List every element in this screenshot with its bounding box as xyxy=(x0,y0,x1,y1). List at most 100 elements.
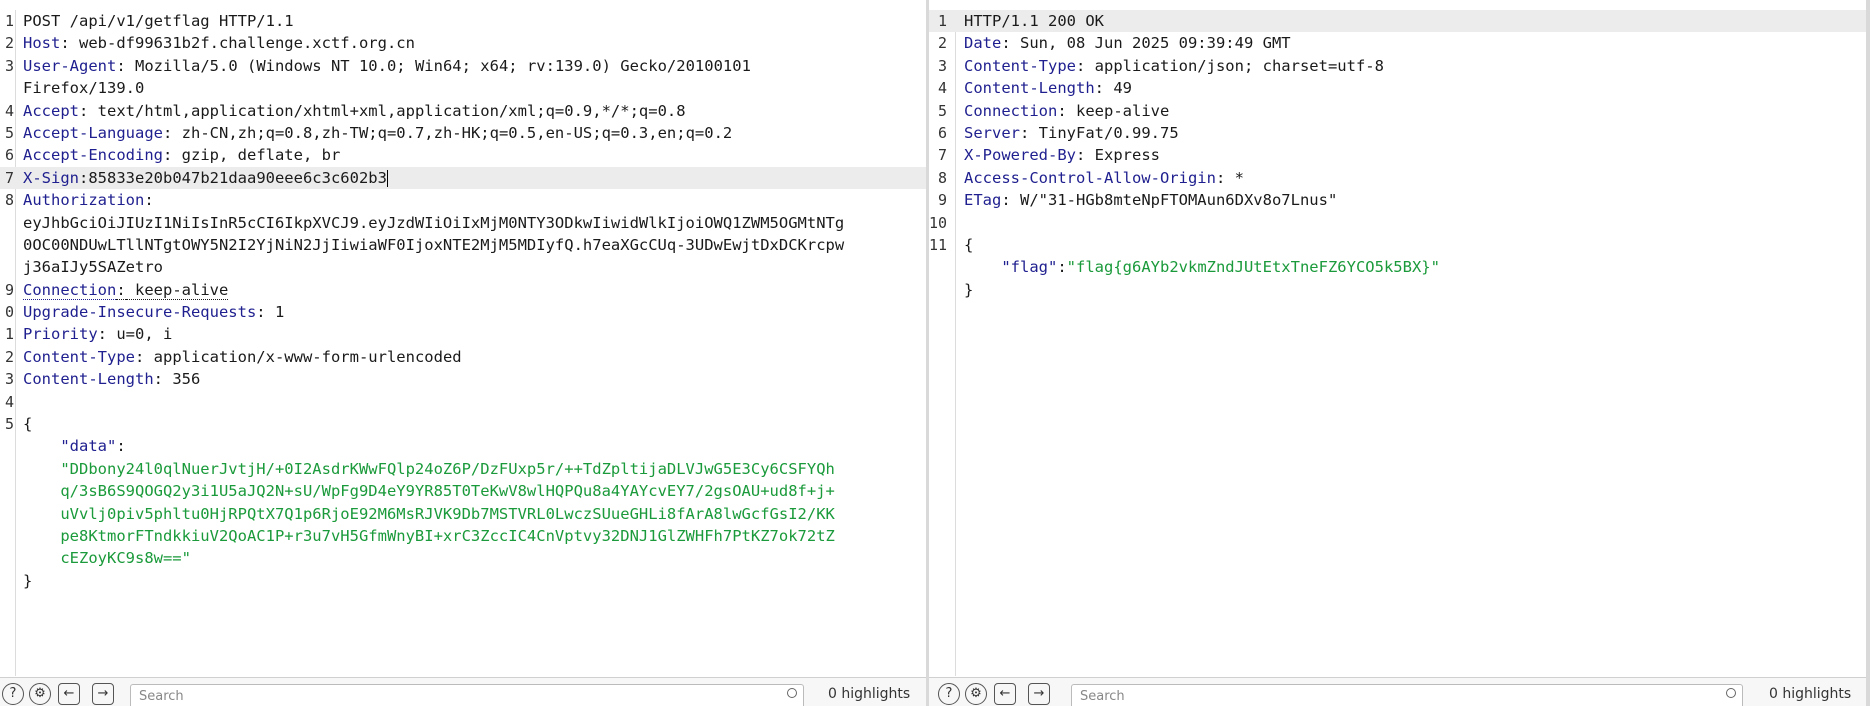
header-value: 356 xyxy=(163,370,201,389)
header-name: Authorization xyxy=(23,191,145,210)
header-value: application/x-www-form-urlencoded xyxy=(144,347,462,366)
line-number: 6 xyxy=(4,146,14,165)
code-text: 0OC00NDUwLTllNTgtOWY5N2I2YjNiN2JjIiwiaWF… xyxy=(23,235,845,254)
header-value: application/json; charset=utf-8 xyxy=(1085,56,1384,75)
line-number: 2 xyxy=(4,347,14,366)
header-colon: : xyxy=(1094,79,1104,98)
code-text: { xyxy=(23,415,33,434)
header-colon: : xyxy=(1001,34,1011,53)
line-content: Content-Type: application/json; charset=… xyxy=(964,55,1384,77)
header-value: gzip, deflate, br xyxy=(172,146,341,165)
line-content: Accept-Encoding: gzip, deflate, br xyxy=(23,144,340,166)
line-number: 8 xyxy=(4,191,14,210)
json-string: cEZoyKC9s8w==" xyxy=(60,549,191,568)
line-content: { xyxy=(23,413,32,435)
header-value: text/html,application/xhtml+xml,applicat… xyxy=(88,101,686,120)
line-number: 2 xyxy=(937,34,947,53)
editor-line: 7 X-Sign:85833e20b047b21daa90eee6c3c602b3 xyxy=(0,166,926,190)
code-text: eyJhbGciOiJIUzI1NiIsInR5cCI6IkpXVCJ9.eyJ… xyxy=(23,213,845,232)
editor-line: 8 Authorization: xyxy=(0,189,926,211)
line-content: cEZoyKC9s8w==" xyxy=(23,547,191,569)
header-colon: : xyxy=(116,280,126,300)
header-name: Accept xyxy=(23,101,79,120)
help-icon[interactable]: ? xyxy=(2,683,24,705)
line-number: 3 xyxy=(937,56,947,75)
line-number: 10 xyxy=(929,213,948,232)
header-name: Accept-Language xyxy=(23,123,163,142)
search-placeholder: Search xyxy=(139,689,184,704)
search-icon xyxy=(1726,688,1736,698)
header-colon: : xyxy=(1057,101,1067,120)
request-pane: 1 POST /api/v1/getflag HTTP/1.1 2 Host: web… xyxy=(0,0,926,706)
forward-arrow-icon[interactable]: → xyxy=(1028,683,1050,705)
line-number: 2 xyxy=(4,34,14,53)
response-statusbar: ? ⚙ ← → Search 0 highlights xyxy=(929,677,1870,706)
header-name: Priority xyxy=(23,325,98,344)
line-content: User-Agent: Mozilla/5.0 (Windows NT 10.0… xyxy=(23,55,751,77)
forward-arrow-icon[interactable]: → xyxy=(92,683,114,705)
line-content: HTTP/1.1 200 OK xyxy=(964,10,1104,32)
header-value: keep-alive xyxy=(1066,101,1170,120)
header-name: Content-Type xyxy=(23,347,135,366)
header-colon: : xyxy=(60,34,70,53)
header-colon: : xyxy=(79,101,89,120)
code-text: HTTP/1.1 200 OK xyxy=(964,12,1104,30)
response-editor[interactable]: 1 HTTP/1.1 200 OK 2 Date: Sun, 08 Jun 2025 … xyxy=(929,10,1870,676)
search-icon xyxy=(787,688,797,698)
editor-line: 1 HTTP/1.1 200 OK xyxy=(929,10,1870,33)
line-content: pe8KtmorFTndkkiuV2QoAC1P+r3u7vH5GfmWnyBI… xyxy=(23,525,835,547)
line-content: Server: TinyFat/0.99.75 xyxy=(964,122,1179,144)
line-number: 1 xyxy=(937,12,947,30)
line-content: eyJhbGciOiJIUzI1NiIsInR5cCI6IkpXVCJ9.eyJ… xyxy=(23,212,844,234)
line-content: Content-Length: 49 xyxy=(964,77,1132,99)
request-search-input[interactable]: Search xyxy=(130,684,804,706)
header-colon: : xyxy=(79,168,89,187)
header-value: u=0, i xyxy=(107,325,173,344)
response-search-input[interactable]: Search xyxy=(1071,684,1743,706)
header-value: keep-alive xyxy=(125,280,229,300)
line-content: "data": xyxy=(23,435,125,457)
line-content: X-Sign:85833e20b047b21daa90eee6c3c602b3 xyxy=(23,167,388,189)
editor-line: 3 Content-Type: application/json; charset… xyxy=(929,55,1870,77)
header-name: Content-Type xyxy=(964,56,1076,75)
line-number: 0 xyxy=(4,303,14,322)
back-arrow-icon[interactable]: ← xyxy=(994,683,1016,705)
editor-line: uVvlj0piv5phltu0HjRPQtX7Q1p6RjoE92M6MsRJ… xyxy=(0,503,926,525)
header-name: Content-Length xyxy=(964,79,1095,98)
editor-line: "flag":"flag{g6AYb2vkmZndJUtEtxTneFZ6YCO… xyxy=(929,256,1870,278)
code-text: } xyxy=(23,571,33,590)
line-content: Content-Type: application/x-www-form-url… xyxy=(23,346,462,368)
editor-line: "data": xyxy=(0,435,926,457)
header-colon: : xyxy=(144,191,154,210)
json-string: q/3sB6S9QOGQ2y3i1U5aJQ2N+sU/WpFg9D4eY9YR… xyxy=(60,482,835,501)
header-value: W/"31-HGb8mteNpFTOMAun6DXv8o7Lnus" xyxy=(1010,191,1338,210)
line-number: 4 xyxy=(4,392,14,411)
code-text: { xyxy=(964,235,974,254)
line-number: 11 xyxy=(929,235,948,254)
header-name: User-Agent xyxy=(23,56,117,75)
line-content: Connection: keep-alive xyxy=(23,279,229,301)
line-number: 1 xyxy=(4,12,14,30)
line-content: Accept-Language: zh-CN,zh;q=0.8,zh-TW;q=… xyxy=(23,122,732,144)
code-text: } xyxy=(964,280,974,299)
response-highlights-count: 0 highlights xyxy=(1769,686,1852,702)
back-arrow-icon[interactable]: ← xyxy=(58,683,80,705)
right-edge-border xyxy=(1866,0,1870,706)
editor-line: 11 { xyxy=(929,234,1870,256)
line-content: j36aIJy5SAZetro xyxy=(23,256,163,278)
line-content: Access-Control-Allow-Origin: * xyxy=(964,167,1244,189)
help-icon[interactable]: ? xyxy=(938,683,960,705)
editor-line: 6 Accept-Encoding: gzip, deflate, br xyxy=(0,144,926,166)
editor-line: 8 Access-Control-Allow-Origin: * xyxy=(929,167,1870,189)
line-number: 9 xyxy=(4,280,14,299)
settings-gear-icon[interactable]: ⚙ xyxy=(965,683,987,705)
request-editor[interactable]: 1 POST /api/v1/getflag HTTP/1.1 2 Host: web… xyxy=(0,10,926,676)
header-value: Sun, 08 Jun 2025 09:39:49 GMT xyxy=(1010,34,1291,53)
response-pane: 1 HTTP/1.1 200 OK 2 Date: Sun, 08 Jun 2025 … xyxy=(929,0,1870,706)
line-content: Content-Length: 356 xyxy=(23,368,200,390)
line-number: 1 xyxy=(4,325,14,344)
header-name: Connection xyxy=(964,101,1058,120)
settings-gear-icon[interactable]: ⚙ xyxy=(29,683,51,705)
editor-line: } xyxy=(929,279,1870,301)
json-key: "flag" xyxy=(1001,258,1058,277)
